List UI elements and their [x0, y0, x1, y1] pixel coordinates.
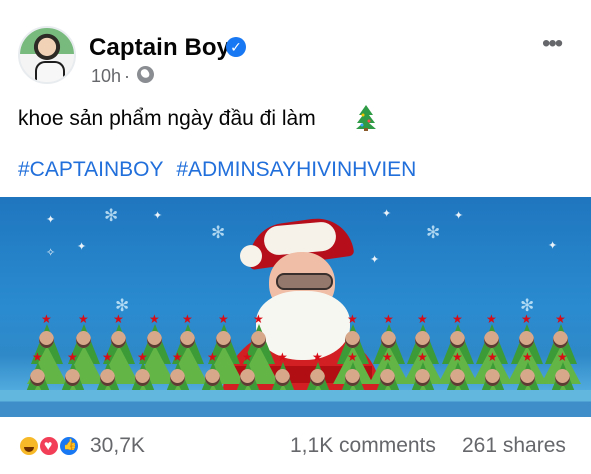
globe-icon — [137, 66, 154, 83]
snowflake-icon: ✻ — [104, 206, 119, 225]
sparkle-icon: ✦ — [382, 208, 392, 220]
comments-count[interactable]: 1,1K comments — [290, 434, 436, 458]
time-separator: · — [124, 66, 130, 86]
snow-ground — [0, 390, 591, 417]
hashtags: #CAPTAINBOY #ADMINSAYHIVINHVIEN — [18, 158, 423, 182]
love-icon[interactable] — [38, 435, 60, 457]
author-name[interactable]: Captain Boy — [89, 34, 230, 62]
sparkle-icon: ✦ — [77, 241, 87, 253]
sparkle-icon: ✧ — [46, 247, 56, 259]
shares-count[interactable]: 261 shares — [462, 434, 566, 458]
verified-badge-icon: ✓ — [226, 37, 246, 57]
snowflake-icon: ✻ — [426, 223, 441, 242]
sparkle-icon: ✦ — [454, 210, 464, 222]
post-caption: khoe sản phẩm ngày đầu đi làm — [18, 107, 316, 130]
sparkle-icon: ✦ — [46, 214, 56, 226]
sparkle-icon: ✦ — [153, 210, 163, 222]
like-icon[interactable] — [58, 435, 80, 457]
post-header: Captain Boy ✓ 10h · ••• — [0, 0, 591, 100]
santa-glasses — [276, 273, 333, 290]
author-avatar[interactable] — [18, 26, 76, 84]
sparkle-icon: ✦ — [548, 240, 558, 252]
christmas-tree-emoji — [356, 105, 376, 131]
santa-pompom — [240, 245, 262, 267]
hashtag-adminsayhivinhvien[interactable]: #ADMINSAYHIVINHVIEN — [176, 158, 416, 181]
post-time[interactable]: 10h — [91, 66, 121, 87]
reaction-count[interactable]: 30,7K — [90, 434, 145, 458]
haha-icon[interactable] — [18, 435, 40, 457]
reactions-row: 30,7K 1,1K comments 261 shares — [0, 427, 591, 463]
more-options-icon[interactable]: ••• — [542, 30, 563, 58]
hashtag-captainboy[interactable]: #CAPTAINBOY — [18, 158, 163, 181]
post-image[interactable]: ✦ ✦ ✧ ✦ ✦ ✦ ✦ ✦ ✻ ✻ ✻ ✻ ✻ ★ ★ ★ ★ ★ ★ ★ … — [0, 197, 591, 417]
